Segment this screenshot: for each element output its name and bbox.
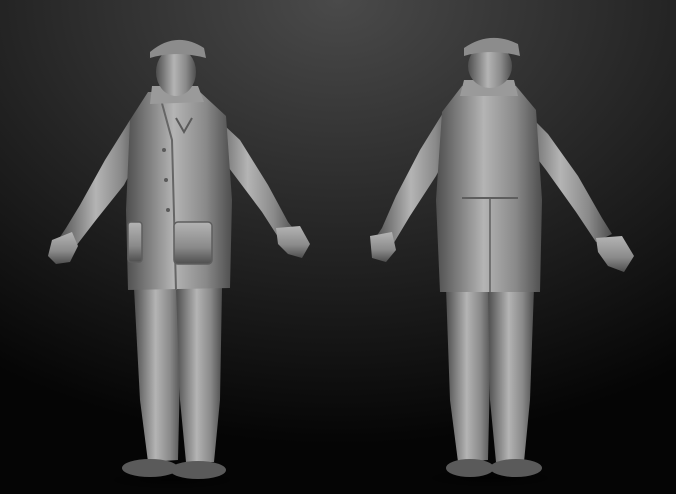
right-shoe [170,461,226,479]
head [156,48,196,96]
sculpt-viewport [0,0,676,494]
left-pocket [127,221,143,263]
viewport-canvas [0,0,676,494]
background-gradient [0,0,676,494]
button [166,208,170,212]
right-shoe [490,459,542,477]
button [162,148,166,152]
left-shoe [446,459,494,477]
button [164,178,168,182]
right-pocket [173,221,213,265]
left-shoe [122,459,178,477]
jacket [436,86,542,292]
